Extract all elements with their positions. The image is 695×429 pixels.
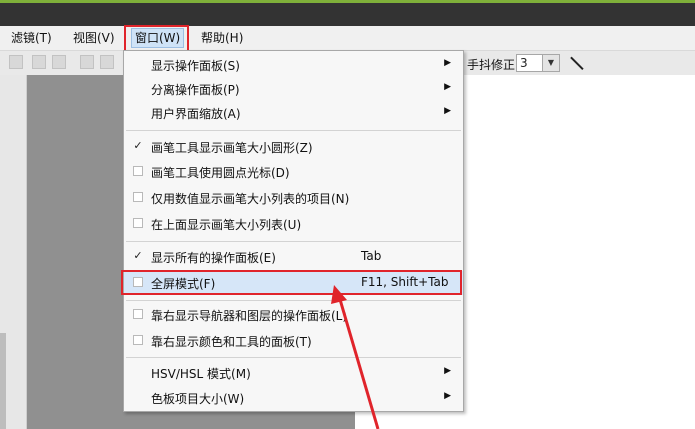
annotation-arrow	[331, 285, 380, 429]
annotation-arrow-head	[331, 285, 347, 304]
annotation-arrow-line	[337, 295, 380, 429]
